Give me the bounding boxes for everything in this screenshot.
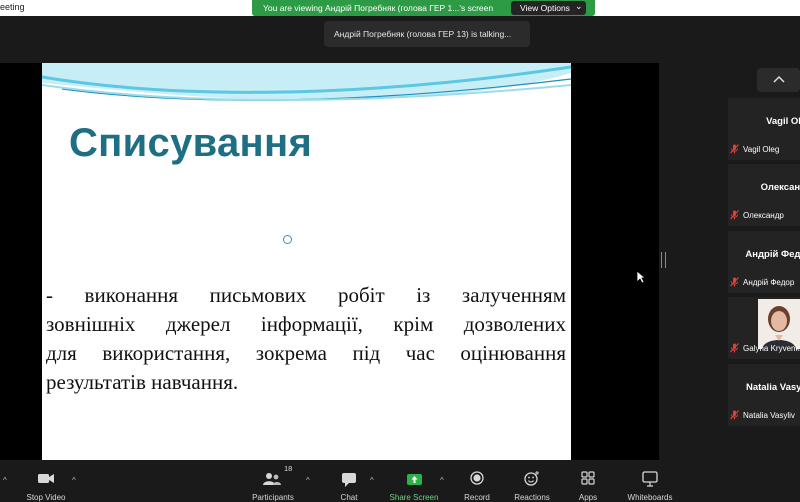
participant-label: Андрій Федор — [730, 277, 794, 287]
meeting-toolbar: ^ Stop Video ^ 18 Participants ^ Chat ^ … — [0, 460, 800, 502]
slide-body-line: для використання, зокрема під час оцінюв… — [46, 341, 566, 365]
participant-label: Vagil Oleg — [730, 144, 779, 154]
chat-label: Chat — [340, 493, 358, 502]
participant-label: Galyna Kryvenko — [730, 343, 800, 353]
muted-mic-icon — [730, 277, 739, 287]
slide-body-line: зовнішніх джерел інформації, крім дозвол… — [46, 312, 566, 336]
whiteboard-icon — [642, 471, 658, 487]
screen-share-banner: You are viewing Андрій Погребняк (голова… — [252, 0, 595, 16]
chevron-up-icon — [773, 75, 785, 83]
chevron-up-icon[interactable]: ^ — [72, 476, 76, 485]
share-screen-label: Share Screen — [389, 493, 439, 502]
participant-display-name: Natalia Vasyliv — [745, 382, 800, 393]
chevron-up-icon[interactable]: ^ — [440, 476, 444, 485]
view-options-label: View Options — [520, 3, 570, 13]
record-button[interactable]: Record — [456, 460, 498, 502]
participant-display-name: Андрій Федор — [745, 249, 800, 260]
stop-video-button[interactable]: Stop Video — [18, 460, 74, 502]
muted-mic-icon — [730, 144, 739, 154]
talking-text: Андрій Погребняк (голова ГЕР 13) is talk… — [334, 29, 512, 39]
presentation-slide: Списування - виконання письмових робіт і… — [42, 63, 571, 460]
window-title: eeting — [0, 2, 25, 12]
whiteboards-button[interactable]: Whiteboards — [622, 460, 678, 502]
apps-button[interactable]: Apps — [568, 460, 608, 502]
slide-title: Списування — [69, 121, 313, 165]
video-camera-icon — [38, 474, 54, 483]
slide-body-line: результатів навчання. — [46, 370, 239, 394]
share-screen-icon — [407, 474, 422, 485]
participant-label: Олександр — [730, 210, 784, 220]
chevron-down-icon: ⌄ — [575, 1, 583, 11]
chat-icon — [342, 473, 356, 487]
chevron-up-icon[interactable]: ^ — [370, 476, 374, 485]
participants-label: Participants — [252, 493, 294, 502]
reactions-label: Reactions — [514, 493, 550, 502]
mouse-cursor-icon — [636, 270, 646, 284]
record-label: Record — [464, 493, 490, 502]
slide-body-line: - виконання письмових робіт із залучення… — [46, 283, 566, 307]
scroll-up-button[interactable] — [757, 68, 800, 92]
muted-mic-icon — [730, 210, 739, 220]
participants-button[interactable]: 18 Participants — [246, 460, 300, 502]
chevron-up-icon[interactable]: ^ — [3, 476, 7, 485]
view-options-button[interactable]: View Options ⌄ — [511, 1, 586, 15]
slide-body: - виконання письмових робіт із залучення… — [46, 281, 566, 397]
participant-tile[interactable]: Galyna Kryvenko — [728, 297, 800, 359]
participant-video — [758, 299, 800, 349]
reactions-icon — [524, 471, 539, 486]
splitter-handle[interactable] — [661, 252, 666, 268]
talking-indicator: Андрій Погребняк (голова ГЕР 13) is talk… — [324, 21, 530, 47]
participant-tile[interactable]: Vagil Oleg Vagil Oleg — [728, 98, 800, 160]
muted-mic-icon — [730, 343, 739, 353]
reactions-button[interactable]: Reactions — [510, 460, 554, 502]
viewing-message: You are viewing Андрій Погребняк (голова… — [263, 3, 494, 13]
whiteboards-label: Whiteboards — [627, 493, 673, 502]
participant-tile[interactable]: Андрій Федор Андрій Федор — [728, 231, 800, 293]
participants-count: 18 — [284, 464, 293, 473]
participant-label: Natalia Vasyliv — [730, 410, 795, 420]
chat-button[interactable]: Chat — [328, 460, 370, 502]
share-screen-button[interactable]: Share Screen — [386, 460, 442, 502]
apps-icon — [581, 471, 595, 485]
loading-ring-icon — [283, 235, 292, 244]
stop-video-label: Stop Video — [26, 493, 66, 502]
record-icon — [470, 471, 484, 485]
apps-label: Apps — [578, 493, 598, 502]
muted-mic-icon — [730, 410, 739, 420]
participant-tile[interactable]: Олександр Олександр — [728, 164, 800, 226]
participant-tile[interactable]: Natalia Vasyliv Natalia Vasyliv — [728, 364, 800, 426]
participant-display-name: Vagil Oleg — [766, 116, 800, 127]
participant-display-name: Олександр — [760, 182, 800, 193]
chevron-up-icon[interactable]: ^ — [306, 476, 310, 485]
